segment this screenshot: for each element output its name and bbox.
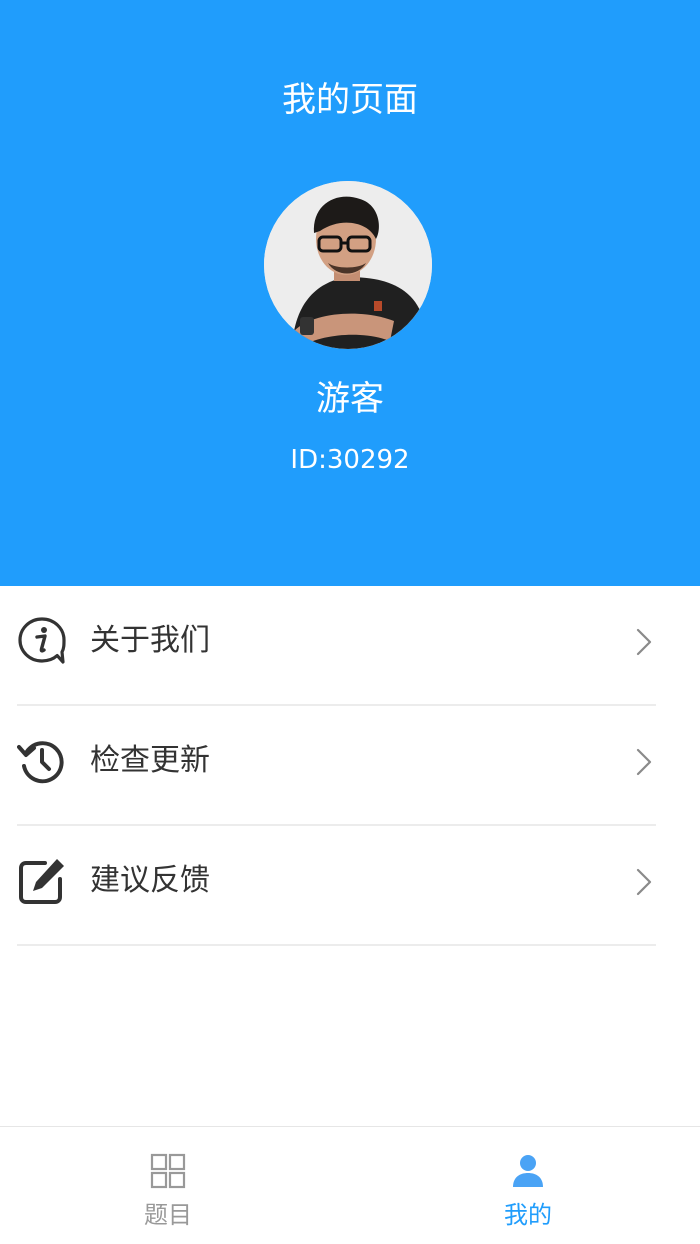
edit-square-icon: [19, 859, 64, 904]
menu-item-feedback[interactable]: 建议反馈: [0, 826, 700, 946]
settings-menu: 关于我们 检查更新 建议反馈: [0, 586, 700, 946]
username: 游客: [316, 379, 384, 419]
avatar-image: [264, 181, 432, 349]
history-clock-icon: [17, 741, 64, 784]
user-id: ID:30292: [290, 445, 410, 475]
tab-label-mine: 我的: [504, 1201, 552, 1229]
avatar[interactable]: [264, 181, 432, 349]
my-page: 我的页面 游客 ID:30292 关于我们 检查更新 建议反馈 题目 我的: [0, 0, 700, 1244]
tab-label-questions: 题目: [144, 1201, 192, 1229]
chevron-right-icon: [636, 628, 652, 656]
menu-label-check-update: 检查更新: [90, 743, 210, 778]
menu-label-about-us: 关于我们: [90, 623, 210, 658]
page-title: 我的页面: [282, 80, 418, 120]
menu-item-check-update[interactable]: 检查更新: [0, 706, 700, 826]
chevron-right-icon: [636, 748, 652, 776]
chevron-right-icon: [636, 868, 652, 896]
grid-icon: [150, 1153, 186, 1189]
bottom-tab-bar: 题目 我的: [0, 1126, 700, 1244]
info-bubble-icon: [18, 617, 66, 664]
user-icon: [513, 1155, 543, 1187]
tab-questions[interactable]: 题目: [88, 1127, 248, 1243]
menu-label-feedback: 建议反馈: [90, 863, 210, 898]
divider: [17, 944, 656, 946]
menu-item-about-us[interactable]: 关于我们: [0, 586, 700, 706]
profile-header: 我的页面 游客 ID:30292: [0, 0, 700, 586]
tab-mine[interactable]: 我的: [448, 1127, 608, 1243]
